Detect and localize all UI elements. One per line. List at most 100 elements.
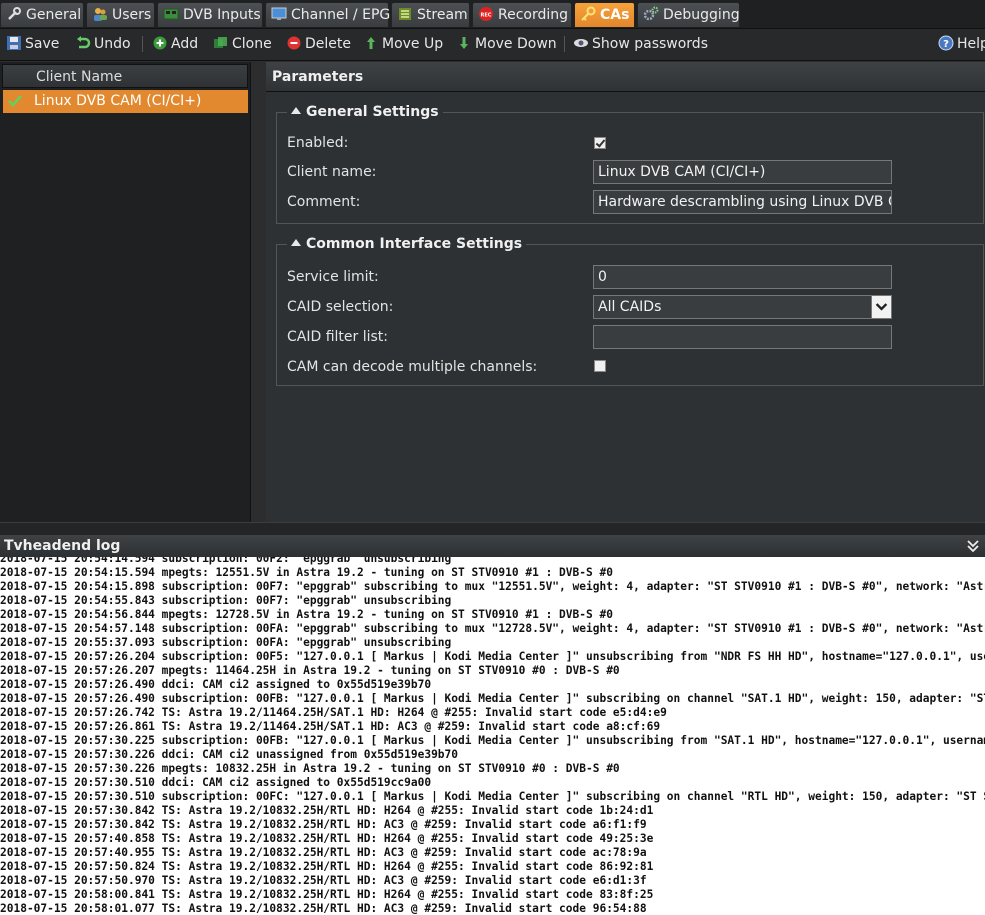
collapse-chevron-icon[interactable] bbox=[965, 538, 981, 554]
log-line: 2018-07-15 20:58:01.077 TS: Astra 19.2/1… bbox=[0, 902, 647, 915]
log-line: 2018-07-15 20:57:26.204 subscription: 00… bbox=[0, 650, 985, 663]
log-line: 2018-07-15 20:57:30.226 ddci: CAM ci2 un… bbox=[0, 748, 459, 761]
tab-cas[interactable]: CAs bbox=[574, 2, 635, 27]
comment-field[interactable]: Hardware descrambling using Linux DVB CA bbox=[593, 190, 892, 214]
monitor-icon bbox=[271, 6, 287, 22]
log-line: 2018-07-15 20:54:56.844 mpegts: 12728.5V… bbox=[0, 608, 613, 621]
help-label: Help bbox=[957, 36, 985, 52]
checkmark-icon bbox=[8, 95, 22, 107]
caid-filter-label: CAID filter list: bbox=[287, 329, 389, 345]
tab-users[interactable]: Users bbox=[86, 2, 155, 27]
table-row[interactable]: Linux DVB CAM (CI/CI+) bbox=[3, 90, 248, 113]
common-interface-fieldset: Common Interface Settings Service limit:… bbox=[276, 234, 984, 386]
minus-circle-icon bbox=[286, 35, 302, 51]
common-interface-legend[interactable]: Common Interface Settings bbox=[287, 234, 527, 254]
log-line: 2018-07-15 20:57:30.842 TS: Astra 19.2/1… bbox=[0, 804, 654, 817]
log-line: 2018-07-15 20:57:26.861 TS: Astra 19.2/1… bbox=[0, 720, 661, 733]
save-button[interactable]: Save bbox=[6, 29, 59, 59]
log-line: 2018-07-15 20:57:30.510 subscription: 00… bbox=[0, 790, 985, 803]
tab-channel-epg-label: Channel / EPG bbox=[291, 7, 391, 23]
tab-recording-label: Recording bbox=[498, 7, 569, 23]
collapse-triangle-icon bbox=[291, 239, 301, 246]
svg-text:REC: REC bbox=[481, 13, 492, 19]
common-interface-title: Common Interface Settings bbox=[306, 236, 523, 252]
log-line: 2018-07-15 20:54:57.148 subscription: 00… bbox=[0, 622, 985, 635]
log-line: 2018-07-15 20:57:50.824 TS: Astra 19.2/1… bbox=[0, 860, 654, 873]
tab-general-label: General bbox=[26, 7, 82, 23]
log-header: Tvheadend log bbox=[0, 535, 985, 558]
comment-label: Comment: bbox=[287, 194, 361, 210]
tab-debugging-label: Debugging bbox=[663, 7, 740, 23]
log-line: 2018-07-15 20:57:30.226 mpegts: 10832.25… bbox=[0, 762, 620, 775]
tab-dvb-inputs[interactable]: DVB Inputs bbox=[157, 2, 263, 27]
panel-splitter[interactable] bbox=[0, 522, 985, 536]
grid-header: Client Name bbox=[2, 64, 248, 88]
parameters-header: Parameters bbox=[266, 62, 985, 92]
clone-icon bbox=[213, 35, 229, 51]
add-button[interactable]: Add bbox=[152, 29, 198, 59]
parameters-title: Parameters bbox=[272, 69, 364, 85]
log-line: 2018-07-15 20:57:26.742 TS: Astra 19.2/1… bbox=[0, 706, 667, 719]
rec-icon: REC bbox=[478, 6, 494, 22]
ca-client-grid: Client Name Linux DVB CAM (CI/CI+) bbox=[0, 62, 251, 522]
general-settings-legend[interactable]: General Settings bbox=[287, 102, 443, 122]
help-button[interactable]: ? Help bbox=[938, 29, 985, 59]
log-line: 2018-07-15 20:54:55.843 subscription: 00… bbox=[0, 594, 452, 607]
log-line: 2018-07-15 20:57:40.955 TS: Astra 19.2/1… bbox=[0, 846, 647, 859]
save-label: Save bbox=[25, 36, 60, 52]
delete-button[interactable]: Delete bbox=[286, 29, 351, 59]
tab-cas-label: CAs bbox=[600, 7, 630, 23]
help-icon: ? bbox=[938, 35, 954, 51]
tab-general[interactable]: General bbox=[0, 2, 84, 27]
show-passwords-button[interactable]: Show passwords bbox=[573, 29, 708, 59]
column-header-client-name[interactable]: Client Name bbox=[36, 65, 122, 89]
arrow-down-icon bbox=[456, 35, 472, 51]
caid-selection-select[interactable]: All CAIDs bbox=[593, 295, 872, 319]
undo-button[interactable]: Undo bbox=[75, 29, 131, 59]
caid-selection-label: CAID selection: bbox=[287, 299, 394, 315]
log-line: 2018-07-15 20:57:30.225 subscription: 00… bbox=[0, 734, 985, 747]
key-icon bbox=[580, 6, 596, 22]
chevron-down-icon bbox=[875, 303, 888, 311]
log-line: 2018-07-15 20:57:40.858 TS: Astra 19.2/1… bbox=[0, 832, 654, 845]
log-body[interactable]: 2018-07-15 20:54:14.594 subscription: 00… bbox=[0, 557, 985, 915]
parameters-panel: Parameters General Settings Enabled: Cli… bbox=[266, 62, 985, 522]
log-line: 2018-07-15 20:57:26.490 subscription: 00… bbox=[0, 692, 985, 705]
service-limit-field[interactable]: 0 bbox=[593, 265, 892, 289]
show-passwords-label: Show passwords bbox=[592, 36, 708, 52]
log-line: 2018-07-15 20:58:00.841 TS: Astra 19.2/1… bbox=[0, 888, 654, 901]
log-line: 2018-07-15 20:54:14.594 subscription: 00… bbox=[0, 557, 452, 565]
clone-button[interactable]: Clone bbox=[213, 29, 272, 59]
multi-channel-label: CAM can decode multiple channels: bbox=[287, 359, 538, 375]
move-up-label: Move Up bbox=[382, 36, 444, 52]
eye-icon bbox=[573, 35, 589, 51]
caid-filter-field[interactable] bbox=[593, 325, 892, 349]
service-limit-label: Service limit: bbox=[287, 269, 379, 285]
move-down-label: Move Down bbox=[475, 36, 557, 52]
floppy-icon bbox=[6, 35, 22, 51]
tab-recording[interactable]: REC Recording bbox=[472, 2, 572, 27]
tab-channel-epg[interactable]: Channel / EPG bbox=[265, 2, 391, 27]
client-name-cell: Linux DVB CAM (CI/CI+) bbox=[34, 93, 202, 109]
plus-circle-icon bbox=[152, 35, 168, 51]
client-name-field[interactable]: Linux DVB CAM (CI/CI+) bbox=[593, 160, 892, 184]
enabled-label: Enabled: bbox=[287, 135, 349, 151]
multi-channel-checkbox[interactable] bbox=[594, 360, 606, 372]
tab-debugging[interactable]: Debugging bbox=[637, 2, 740, 27]
tab-users-label: Users bbox=[112, 7, 152, 23]
caid-dropdown-button[interactable] bbox=[871, 295, 892, 319]
tab-stream[interactable]: Stream bbox=[391, 2, 470, 27]
move-up-button[interactable]: Move Up bbox=[363, 29, 443, 59]
general-settings-fieldset: General Settings Enabled: Client name: L… bbox=[276, 102, 984, 224]
log-line: 2018-07-15 20:57:30.842 TS: Astra 19.2/1… bbox=[0, 818, 647, 831]
toolbar-separator bbox=[142, 36, 143, 52]
add-label: Add bbox=[171, 36, 199, 52]
log-line: 2018-07-15 20:55:37.093 subscription: 00… bbox=[0, 636, 452, 649]
move-down-button[interactable]: Move Down bbox=[456, 29, 557, 59]
enabled-checkbox[interactable] bbox=[594, 137, 606, 149]
main-tab-bar: General Users DVB Inputs Channel / EPG S… bbox=[0, 0, 985, 29]
log-line: 2018-07-15 20:54:15.898 subscription: 00… bbox=[0, 580, 985, 593]
wrench-icon bbox=[6, 6, 22, 22]
toolbar-separator bbox=[564, 36, 565, 52]
undo-icon bbox=[75, 35, 91, 51]
